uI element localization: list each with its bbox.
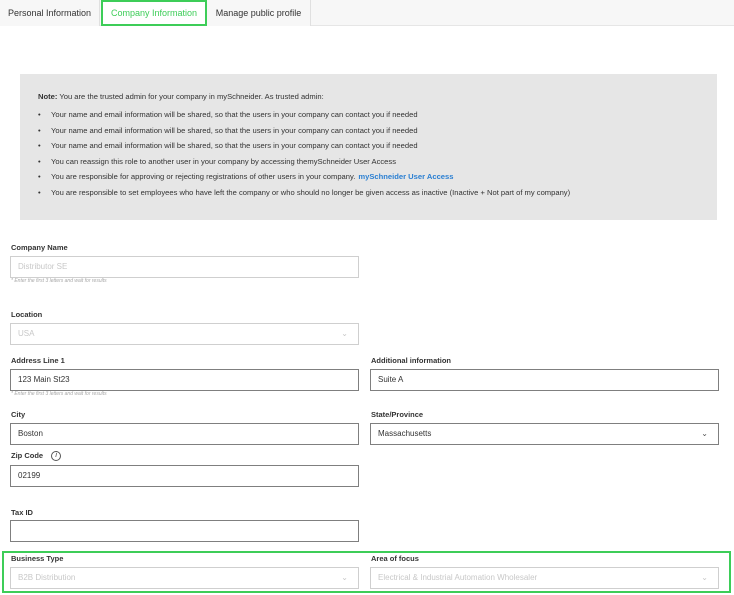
note-prefix: Note: (38, 92, 58, 101)
info-icon[interactable]: i (51, 451, 62, 462)
chevron-down-icon: ⌄ (341, 329, 348, 338)
business-type-value: B2B Distribution (18, 573, 76, 582)
chevron-down-icon: ⌄ (701, 429, 708, 438)
company-name-hint: * Enter the first 3 letters and wait for… (11, 278, 107, 284)
chevron-down-icon: ⌄ (701, 573, 708, 582)
business-type-select[interactable]: B2B Distribution ⌄ (10, 567, 359, 589)
company-name-input[interactable]: Distributor SE (10, 256, 359, 278)
tax-id-label: Tax ID (11, 508, 33, 517)
note-item: Your name and email information will be … (38, 123, 717, 139)
address-line-1-input[interactable]: 123 Main St23 (10, 369, 359, 391)
tab-manage-public-profile[interactable]: Manage public profile (207, 0, 311, 26)
location-value: USA (18, 329, 35, 338)
tab-company-information[interactable]: Company Information (101, 0, 207, 26)
state-province-label: State/Province (371, 410, 424, 419)
note-item: You are responsible to set employees who… (38, 185, 717, 201)
myschneider-user-access-link[interactable]: mySchneider User Access (358, 172, 453, 181)
trusted-admin-note: Note: You are the trusted admin for your… (20, 74, 717, 220)
address-line-1-label: Address Line 1 (11, 356, 65, 365)
note-list: Your name and email information will be … (38, 107, 717, 200)
note-heading: Note: You are the trusted admin for your… (38, 92, 717, 101)
tab-personal-information[interactable]: Personal Information (0, 0, 100, 26)
note-item: You can reassign this role to another us… (38, 154, 717, 170)
additional-information-input[interactable]: Suite A (370, 369, 719, 391)
address-line-1-hint: * Enter the first 3 letters and wait for… (11, 391, 107, 397)
note-item: You are responsible for approving or rej… (38, 169, 717, 185)
note-text: You are the trusted admin for your compa… (57, 92, 324, 101)
note-item: Your name and email information will be … (38, 138, 717, 154)
additional-information-label: Additional information (371, 356, 451, 365)
tax-id-input[interactable] (10, 520, 359, 542)
area-of-focus-label: Area of focus (371, 554, 419, 563)
chevron-down-icon: ⌄ (341, 573, 348, 582)
state-province-value: Massachusetts (378, 429, 432, 438)
area-of-focus-select[interactable]: Electrical & Industrial Automation Whole… (370, 567, 719, 589)
area-of-focus-value: Electrical & Industrial Automation Whole… (378, 573, 538, 582)
city-input[interactable]: Boston (10, 423, 359, 445)
location-select[interactable]: USA ⌄ (10, 323, 359, 345)
company-name-label: Company Name (11, 243, 68, 252)
state-province-select[interactable]: Massachusetts ⌄ (370, 423, 719, 445)
tab-bar: Personal Information Company Information… (0, 0, 734, 26)
zip-code-label: Zip Code i (11, 451, 62, 462)
zip-code-input[interactable]: 02199 (10, 465, 359, 487)
city-label: City (11, 410, 26, 419)
location-label: Location (11, 310, 43, 319)
note-item: Your name and email information will be … (38, 107, 717, 123)
business-type-label: Business Type (11, 554, 64, 563)
